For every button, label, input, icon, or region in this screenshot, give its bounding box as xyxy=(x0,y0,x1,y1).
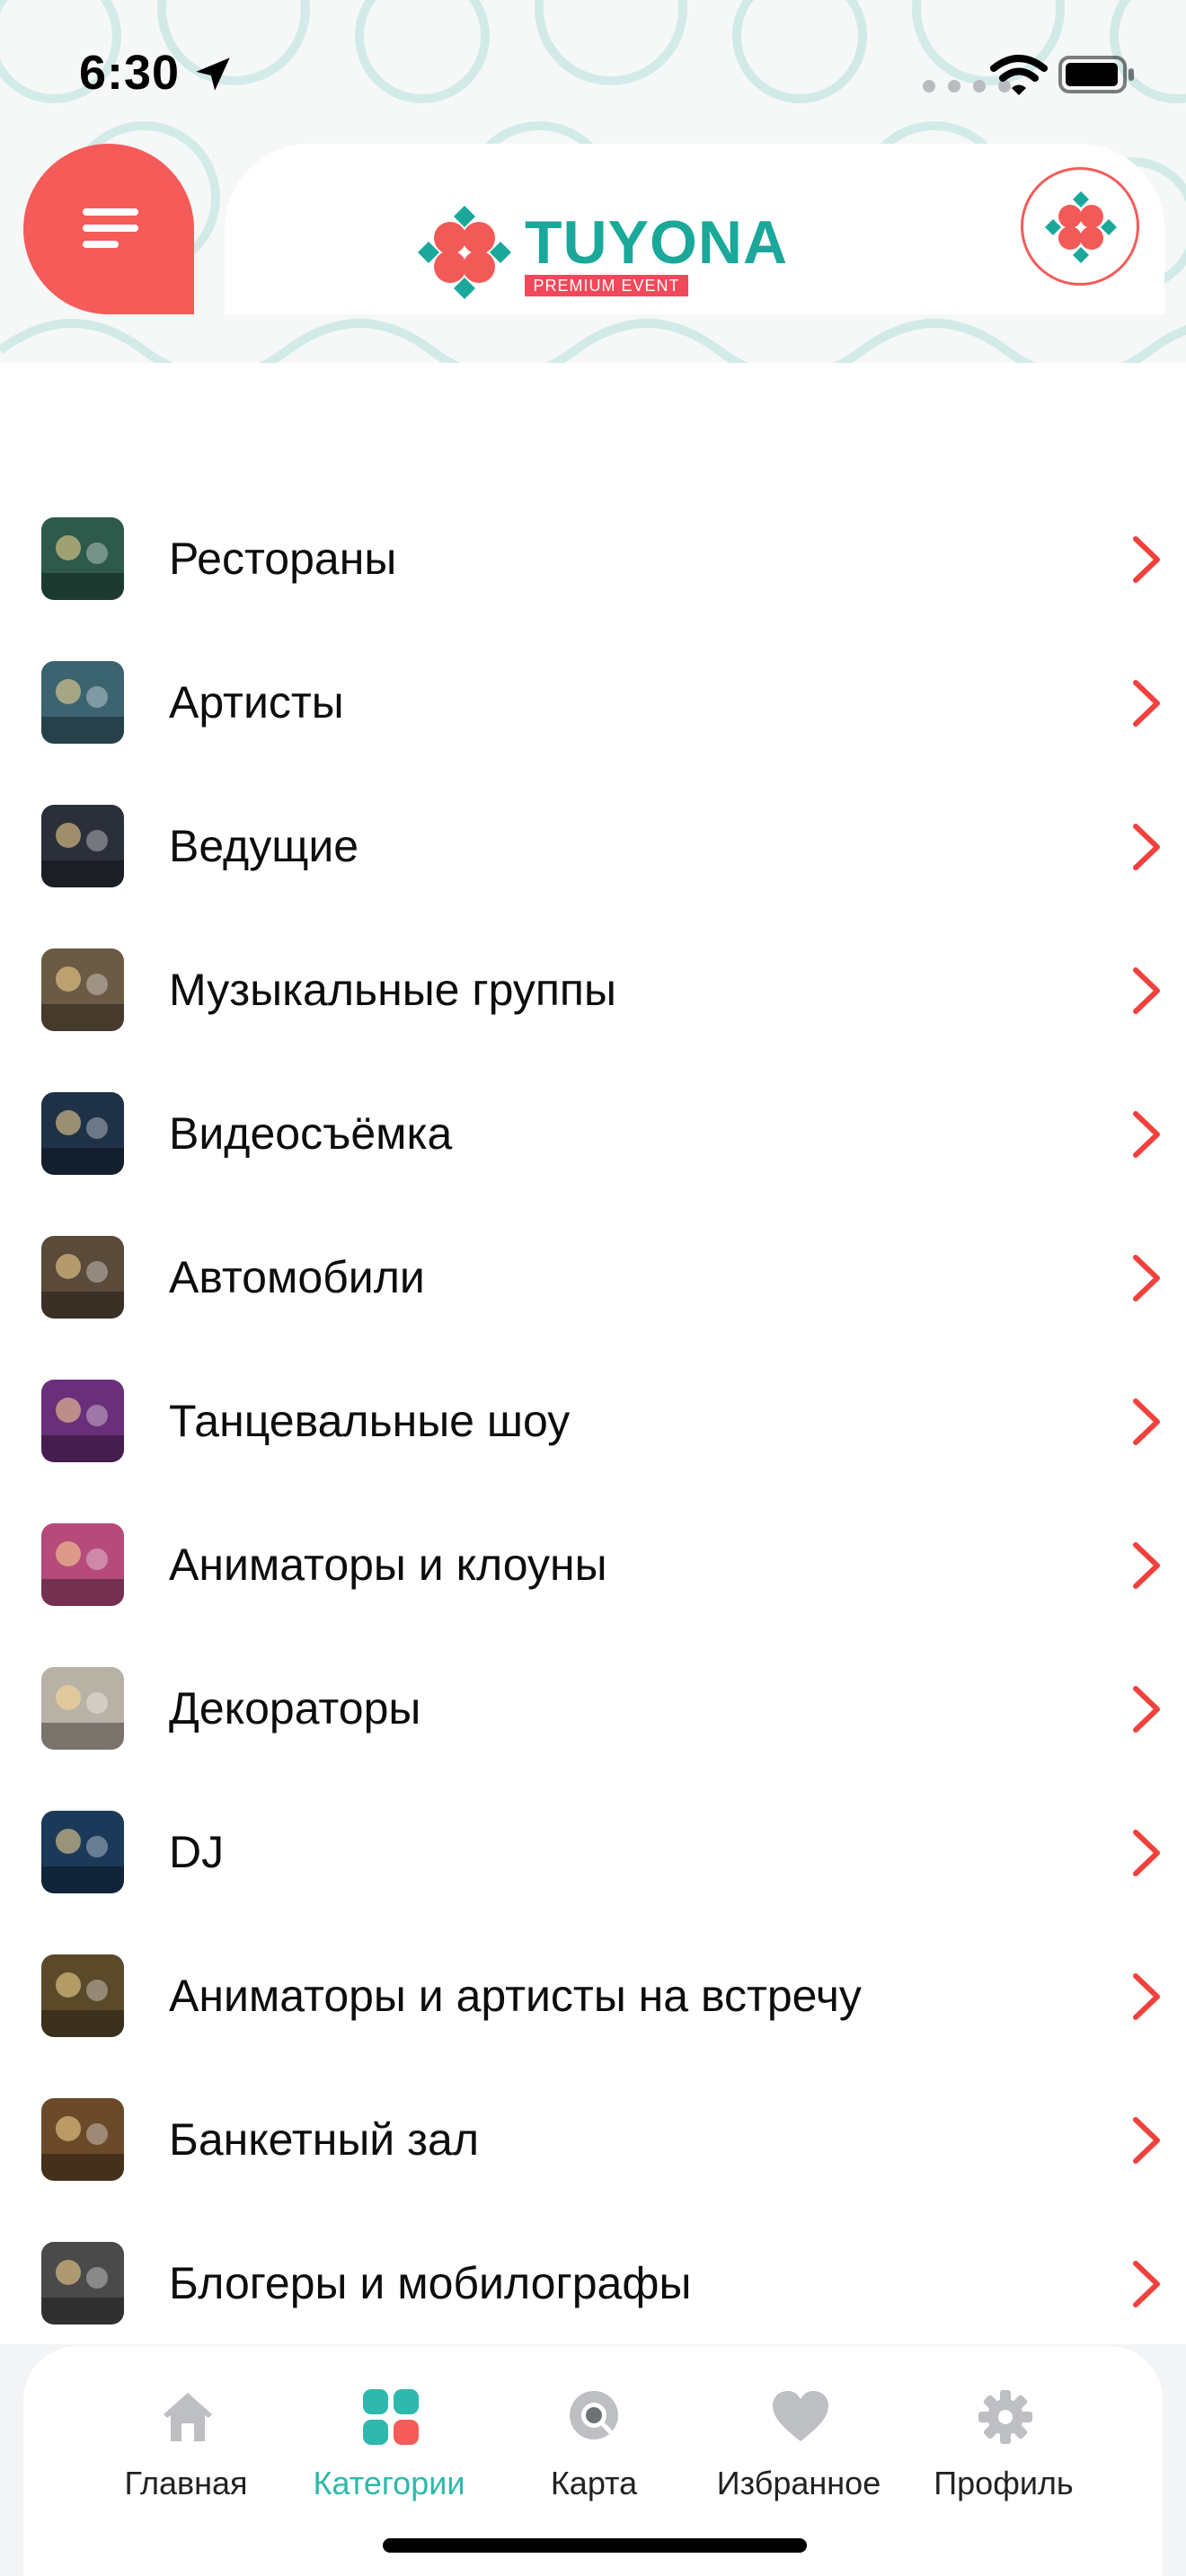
home-icon xyxy=(164,2393,212,2441)
category-label: DJ xyxy=(169,1827,225,1877)
tab-map[interactable]: Карта xyxy=(500,2380,688,2506)
category-label: Танцевальные шоу xyxy=(169,1396,571,1446)
category-thumbnail xyxy=(41,2242,124,2325)
category-row[interactable]: Декораторы xyxy=(0,1638,1186,1782)
chevron-right-icon xyxy=(1133,967,1160,1014)
category-row[interactable]: Аниматоры и клоуны xyxy=(0,1495,1186,1638)
hamburger-icon-bar-2 xyxy=(83,225,138,232)
chevron-right-icon xyxy=(1133,1111,1160,1158)
category-thumbnail xyxy=(41,948,124,1031)
category-row[interactable]: Ведущие xyxy=(0,776,1186,920)
status-bar: 6:30 xyxy=(0,0,1186,153)
category-row[interactable]: Банкетный зал xyxy=(0,2069,1186,2213)
category-label: Артисты xyxy=(169,677,344,728)
category-label: Видеосъёмка xyxy=(169,1108,453,1159)
tab-profile[interactable]: Профиль xyxy=(909,2380,1098,2506)
hamburger-icon-bar-3 xyxy=(83,241,119,248)
category-label: Музыкальные группы xyxy=(169,965,616,1015)
chevron-right-icon xyxy=(1133,536,1160,583)
chevron-right-icon xyxy=(1133,680,1160,727)
tab-map-label: Карта xyxy=(550,2465,638,2501)
category-thumbnail xyxy=(41,1954,124,2037)
category-row[interactable]: Рестораны xyxy=(0,489,1186,632)
category-row[interactable]: DJ xyxy=(0,1782,1186,1926)
tab-favorites-label: Избранное xyxy=(716,2465,881,2501)
category-thumbnail xyxy=(41,661,124,744)
category-label: Автомобили xyxy=(169,1252,425,1302)
category-thumbnail xyxy=(41,1811,124,1893)
chevron-right-icon xyxy=(1133,2261,1160,2307)
tab-home[interactable]: Главная xyxy=(92,2380,280,2506)
logo-flower-icon xyxy=(418,206,511,299)
battery-icon xyxy=(1058,56,1134,93)
flower-icon xyxy=(1045,191,1117,263)
brand-avatar-button[interactable] xyxy=(1021,167,1139,286)
category-label: Рестораны xyxy=(169,534,397,584)
category-label: Блогеры и мобилографы xyxy=(169,2258,692,2308)
category-thumbnail xyxy=(41,1667,124,1750)
chevron-right-icon xyxy=(1133,1830,1160,1876)
logo-text: TUYONA xyxy=(525,208,789,277)
category-thumbnail xyxy=(41,2098,124,2181)
category-row[interactable]: Танцевальные шоу xyxy=(0,1351,1186,1495)
chevron-right-icon xyxy=(1133,1398,1160,1445)
hamburger-icon-bar-1 xyxy=(83,208,138,216)
status-time: 6:30 xyxy=(79,46,181,100)
chevron-right-icon xyxy=(1133,1686,1160,1733)
category-thumbnail xyxy=(41,1523,124,1606)
category-row[interactable]: Видеосъёмка xyxy=(0,1063,1186,1207)
location-arrow-icon xyxy=(196,57,230,91)
tab-profile-label: Профиль xyxy=(934,2465,1074,2501)
chevron-right-icon xyxy=(1133,1255,1160,1301)
tab-categories-label: Категории xyxy=(313,2465,465,2501)
category-row[interactable]: Блогеры и мобилографы xyxy=(0,2213,1186,2357)
tab-categories[interactable]: Категории xyxy=(295,2380,483,2506)
category-label: Аниматоры и артисты на встречу xyxy=(169,1971,862,2021)
logo-subtitle: PREMIUM EVENT xyxy=(525,275,688,296)
category-thumbnail xyxy=(41,1092,124,1175)
category-row[interactable]: Музыкальные группы xyxy=(0,920,1186,1063)
tab-home-label: Главная xyxy=(124,2465,248,2501)
category-label: Декораторы xyxy=(169,1683,421,1734)
category-row[interactable]: Автомобили xyxy=(0,1207,1186,1351)
category-thumbnail xyxy=(41,805,124,887)
map-search-icon xyxy=(570,2391,618,2439)
category-thumbnail xyxy=(41,517,124,600)
heart-icon xyxy=(773,2391,828,2441)
tab-favorites[interactable]: Избранное xyxy=(704,2380,893,2506)
wifi-icon xyxy=(990,55,1048,95)
category-label: Ведущие xyxy=(169,821,359,871)
category-row[interactable]: Аниматоры и артисты на встречу xyxy=(0,1926,1186,2069)
category-thumbnail xyxy=(41,1380,124,1462)
chevron-right-icon xyxy=(1133,1542,1160,1589)
category-label: Аниматоры и клоуны xyxy=(169,1539,607,1590)
menu-button[interactable] xyxy=(23,144,194,314)
chevron-right-icon xyxy=(1133,824,1160,870)
home-indicator xyxy=(383,2538,807,2553)
chevron-right-icon xyxy=(1133,1973,1160,2020)
category-row[interactable]: Артисты xyxy=(0,632,1186,776)
category-label: Банкетный зал xyxy=(169,2114,479,2165)
category-thumbnail xyxy=(41,1236,124,1319)
chevron-right-icon xyxy=(1133,2117,1160,2164)
gear-icon xyxy=(978,2390,1032,2444)
grid-icon xyxy=(363,2389,419,2445)
